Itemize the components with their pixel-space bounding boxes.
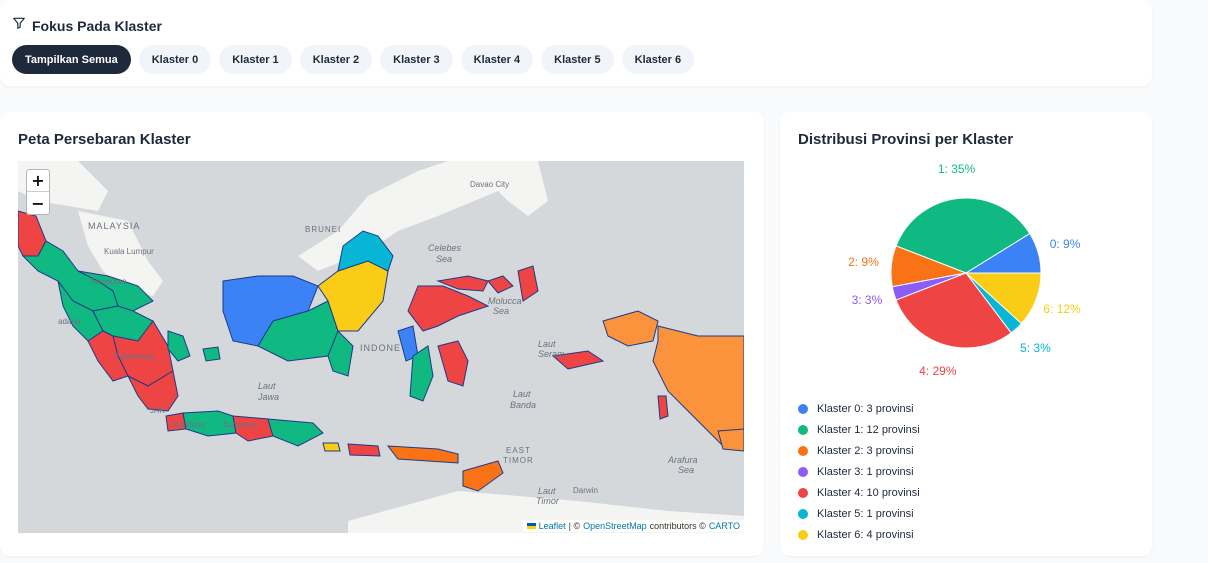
legend-label: Klaster 0: 3 provinsi bbox=[817, 402, 914, 415]
legend-item-cluster-6[interactable]: Klaster 6: 4 provinsi bbox=[798, 524, 920, 545]
cluster-pie-chart bbox=[890, 197, 1042, 349]
label-laut-seram: Laut bbox=[538, 339, 556, 349]
zoom-control: + − bbox=[26, 169, 50, 215]
label-laut-timor: Laut bbox=[538, 486, 556, 496]
region-papua-south bbox=[717, 428, 744, 452]
cluster-5-button[interactable]: Klaster 5 bbox=[541, 45, 614, 74]
label-laut-banda: Laut bbox=[513, 389, 531, 399]
label-molucca: Molucca bbox=[488, 296, 522, 306]
region-ntt bbox=[386, 445, 459, 464]
label-kuala-lumpur: Kuala Lumpur bbox=[104, 247, 154, 256]
cluster-4-button[interactable]: Klaster 4 bbox=[460, 45, 534, 74]
legend-item-cluster-4[interactable]: Klaster 4: 10 provinsi bbox=[798, 482, 920, 503]
region-sultra bbox=[437, 340, 469, 387]
region-timor bbox=[462, 460, 504, 492]
legend-item-cluster-2[interactable]: Klaster 2: 3 provinsi bbox=[798, 440, 920, 461]
label-surabaya: Surabaya bbox=[223, 420, 258, 429]
map-svg: MALAYSIA Kuala Lumpur BRUNEI Davao City … bbox=[18, 161, 744, 533]
cluster-1-button[interactable]: Klaster 1 bbox=[219, 45, 292, 74]
cluster-filter-buttons: Tampilkan Semua Klaster 0 Klaster 1 Klas… bbox=[12, 45, 695, 74]
label-timor: TIMOR bbox=[503, 456, 534, 465]
legend-label: Klaster 4: 10 provinsi bbox=[817, 486, 920, 499]
label-molucca-sea: Sea bbox=[493, 306, 509, 316]
ukraine-flag-icon bbox=[526, 523, 536, 529]
pie-label-cluster-1: 1: 35% bbox=[937, 162, 976, 177]
label-laut-jawa: Laut bbox=[258, 381, 276, 391]
label-jawa: Jawa bbox=[257, 392, 279, 402]
legend-dot bbox=[798, 487, 808, 498]
attribution-contrib: contributors © bbox=[649, 521, 706, 531]
zoom-out-button[interactable]: − bbox=[27, 192, 49, 214]
pie-label-cluster-5: 5: 3% bbox=[1020, 341, 1051, 356]
legend-item-cluster-0[interactable]: Klaster 0: 3 provinsi bbox=[798, 398, 920, 419]
show-all-button[interactable]: Tampilkan Semua bbox=[12, 45, 131, 74]
label-padang: adang bbox=[58, 317, 80, 326]
filter-icon bbox=[12, 16, 26, 35]
legend-label: Klaster 1: 12 provinsi bbox=[817, 423, 920, 436]
cluster-2-button[interactable]: Klaster 2 bbox=[299, 45, 373, 74]
region-sulteng bbox=[407, 285, 490, 332]
legend-label: Klaster 6: 4 provinsi bbox=[817, 528, 914, 541]
map-title: Peta Persebaran Klaster bbox=[18, 131, 191, 148]
label-timor-2: Timor bbox=[536, 496, 560, 506]
region-belitung bbox=[202, 346, 221, 362]
label-celebes: Celebes bbox=[428, 243, 462, 253]
cluster-map[interactable]: MALAYSIA Kuala Lumpur BRUNEI Davao City … bbox=[18, 161, 744, 533]
label-indonesia: INDONE bbox=[360, 343, 401, 353]
label-bandung: Bandung bbox=[173, 420, 205, 429]
label-seram: Seram bbox=[538, 349, 565, 359]
legend-dot bbox=[798, 424, 808, 435]
region-java-east bbox=[267, 418, 324, 447]
legend-item-cluster-5[interactable]: Klaster 5: 1 provinsi bbox=[798, 503, 920, 524]
zoom-in-button[interactable]: + bbox=[27, 170, 49, 192]
map-attribution: Leaflet | © OpenStreetMap contributors ©… bbox=[522, 520, 744, 532]
label-darwin: Darwin bbox=[573, 486, 598, 495]
label-brunei: BRUNEI bbox=[305, 225, 341, 234]
osm-link[interactable]: OpenStreetMap bbox=[583, 521, 647, 531]
legend-item-cluster-3[interactable]: Klaster 3: 1 provinsi bbox=[798, 461, 920, 482]
cluster-3-button[interactable]: Klaster 3 bbox=[380, 45, 453, 74]
region-bali bbox=[322, 442, 341, 452]
label-banda: Banda bbox=[510, 400, 536, 410]
region-sulut bbox=[487, 275, 514, 294]
legend-dot bbox=[798, 445, 808, 456]
legend-dot bbox=[798, 508, 808, 519]
pie-label-cluster-0: 0: 9% bbox=[1049, 236, 1081, 251]
label-celebes-sea: Sea bbox=[436, 254, 452, 264]
filter-title: Fokus Pada Klaster bbox=[32, 17, 162, 34]
label-jakarta: JAK bbox=[150, 406, 165, 415]
label-palembang: Palembang bbox=[114, 352, 154, 361]
leaflet-link[interactable]: Leaflet bbox=[539, 521, 566, 531]
distribution-title: Distribusi Provinsi per Klaster bbox=[798, 131, 1014, 148]
label-malaysia: MALAYSIA bbox=[88, 221, 140, 231]
legend-label: Klaster 5: 1 provinsi bbox=[817, 507, 914, 520]
attribution-sep: | © bbox=[568, 521, 581, 531]
region-maluku-south bbox=[657, 395, 669, 420]
cluster-0-button[interactable]: Klaster 0 bbox=[138, 45, 212, 74]
legend-dot bbox=[798, 529, 808, 540]
region-ntb bbox=[347, 443, 381, 457]
label-arafura-sea: Sea bbox=[678, 465, 694, 475]
legend-item-cluster-1[interactable]: Klaster 1: 12 provinsi bbox=[798, 419, 920, 440]
carto-link[interactable]: CARTO bbox=[709, 521, 740, 531]
pie-label-cluster-2: 2: 9% bbox=[848, 255, 879, 270]
pie-label-cluster-6: 6: 12% bbox=[1043, 302, 1081, 317]
pie-label-cluster-4: 4: 29% bbox=[919, 364, 957, 379]
cluster-6-button[interactable]: Klaster 6 bbox=[621, 45, 695, 74]
pie-label-cluster-3: 3: 3% bbox=[851, 293, 883, 308]
label-davao: Davao City bbox=[470, 180, 509, 189]
pie-legend: Klaster 0: 3 provinsi Klaster 1: 12 provi… bbox=[798, 398, 920, 545]
filter-header: Fokus Pada Klaster bbox=[12, 16, 162, 35]
region-papua-barat bbox=[602, 310, 659, 347]
legend-label: Klaster 3: 1 provinsi bbox=[817, 465, 914, 478]
label-singapore: Singapore bbox=[90, 277, 127, 286]
label-arafura: Arafura bbox=[667, 455, 698, 465]
legend-dot bbox=[798, 403, 808, 414]
region-papua bbox=[652, 325, 744, 447]
label-east: EAST bbox=[506, 446, 531, 455]
legend-dot bbox=[798, 466, 808, 477]
legend-label: Klaster 2: 3 provinsi bbox=[817, 444, 914, 457]
region-bangka bbox=[167, 330, 191, 362]
